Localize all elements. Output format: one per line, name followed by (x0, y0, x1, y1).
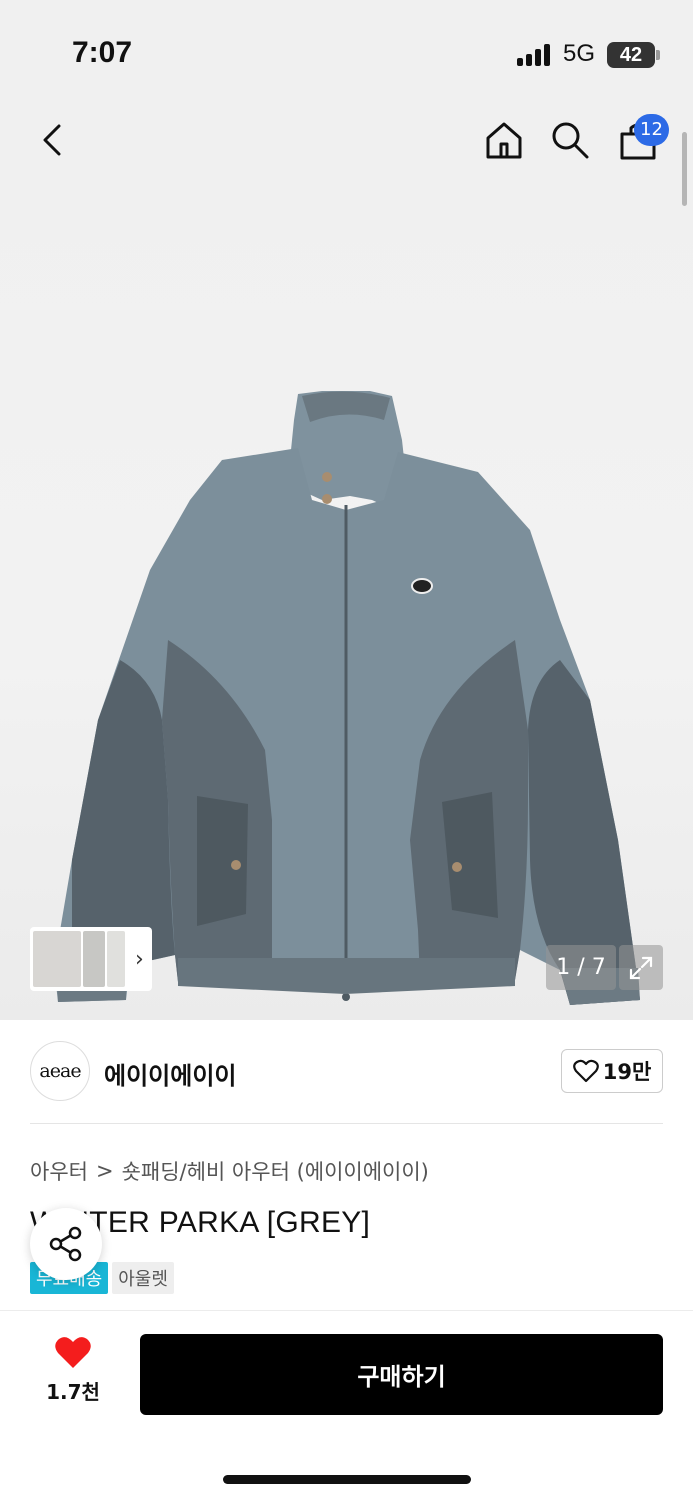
wish-button[interactable]: 1.7천 (30, 1336, 116, 1416)
battery-tip (656, 50, 660, 60)
product-gallery[interactable]: › 1 / 7 (0, 100, 693, 1020)
thumbnail-image[interactable] (83, 931, 105, 987)
brand-like-button[interactable]: 19만 (561, 1049, 663, 1093)
expand-button[interactable] (619, 945, 663, 990)
thumbnail-image[interactable] (33, 931, 81, 987)
battery-icon: 42 (607, 42, 655, 68)
back-button[interactable] (24, 112, 80, 168)
buy-button[interactable]: 구매하기 (140, 1334, 663, 1415)
breadcrumb-subcategory[interactable]: 숏패딩/헤비 아우터 (에이이에이이) (122, 1156, 429, 1186)
product-image (54, 391, 640, 1005)
cart-count-badge: 12 (634, 114, 669, 146)
chevron-left-icon (43, 124, 61, 156)
share-button[interactable] (30, 1208, 102, 1280)
image-page-counter: 1 / 7 (546, 945, 616, 990)
home-indicator[interactable] (223, 1475, 471, 1484)
search-button[interactable] (542, 112, 598, 168)
breadcrumb-separator: > (95, 1159, 114, 1183)
outlet-badge: 아울렛 (112, 1262, 174, 1294)
status-bar: 7:07 5G 42 (0, 0, 693, 100)
signal-icon (517, 44, 553, 66)
search-icon (552, 122, 589, 159)
brand-name[interactable]: 에이이에이이 (104, 1056, 236, 1091)
home-button[interactable] (476, 112, 532, 168)
scrollbar[interactable] (682, 132, 687, 206)
divider (30, 1123, 663, 1124)
heart-filled-icon (55, 1337, 91, 1368)
home-icon (486, 122, 522, 159)
brand-logo[interactable]: aeae (30, 1041, 90, 1101)
breadcrumb-category[interactable]: 아우터 (30, 1156, 88, 1186)
divider (0, 1310, 693, 1311)
share-icon (49, 1226, 82, 1262)
status-time: 7:07 (72, 36, 133, 69)
breadcrumb: 아우터 > 숏패딩/헤비 아우터 (에이이에이이) (30, 1156, 429, 1186)
expand-icon (629, 956, 653, 979)
brand-like-count: 19만 (602, 1060, 652, 1084)
heart-outline-icon (572, 1059, 599, 1083)
thumbnail-strip[interactable]: › (30, 927, 152, 991)
network-label: 5G (563, 40, 596, 67)
thumbnail-image[interactable] (107, 931, 125, 987)
product-detail-page: 7:07 5G 42 › 1 / 7 12 aeae 에이이에이이 19만 아우… (0, 0, 693, 1500)
chevron-right-icon: › (135, 946, 144, 972)
wish-count: 1.7천 (46, 1380, 100, 1404)
